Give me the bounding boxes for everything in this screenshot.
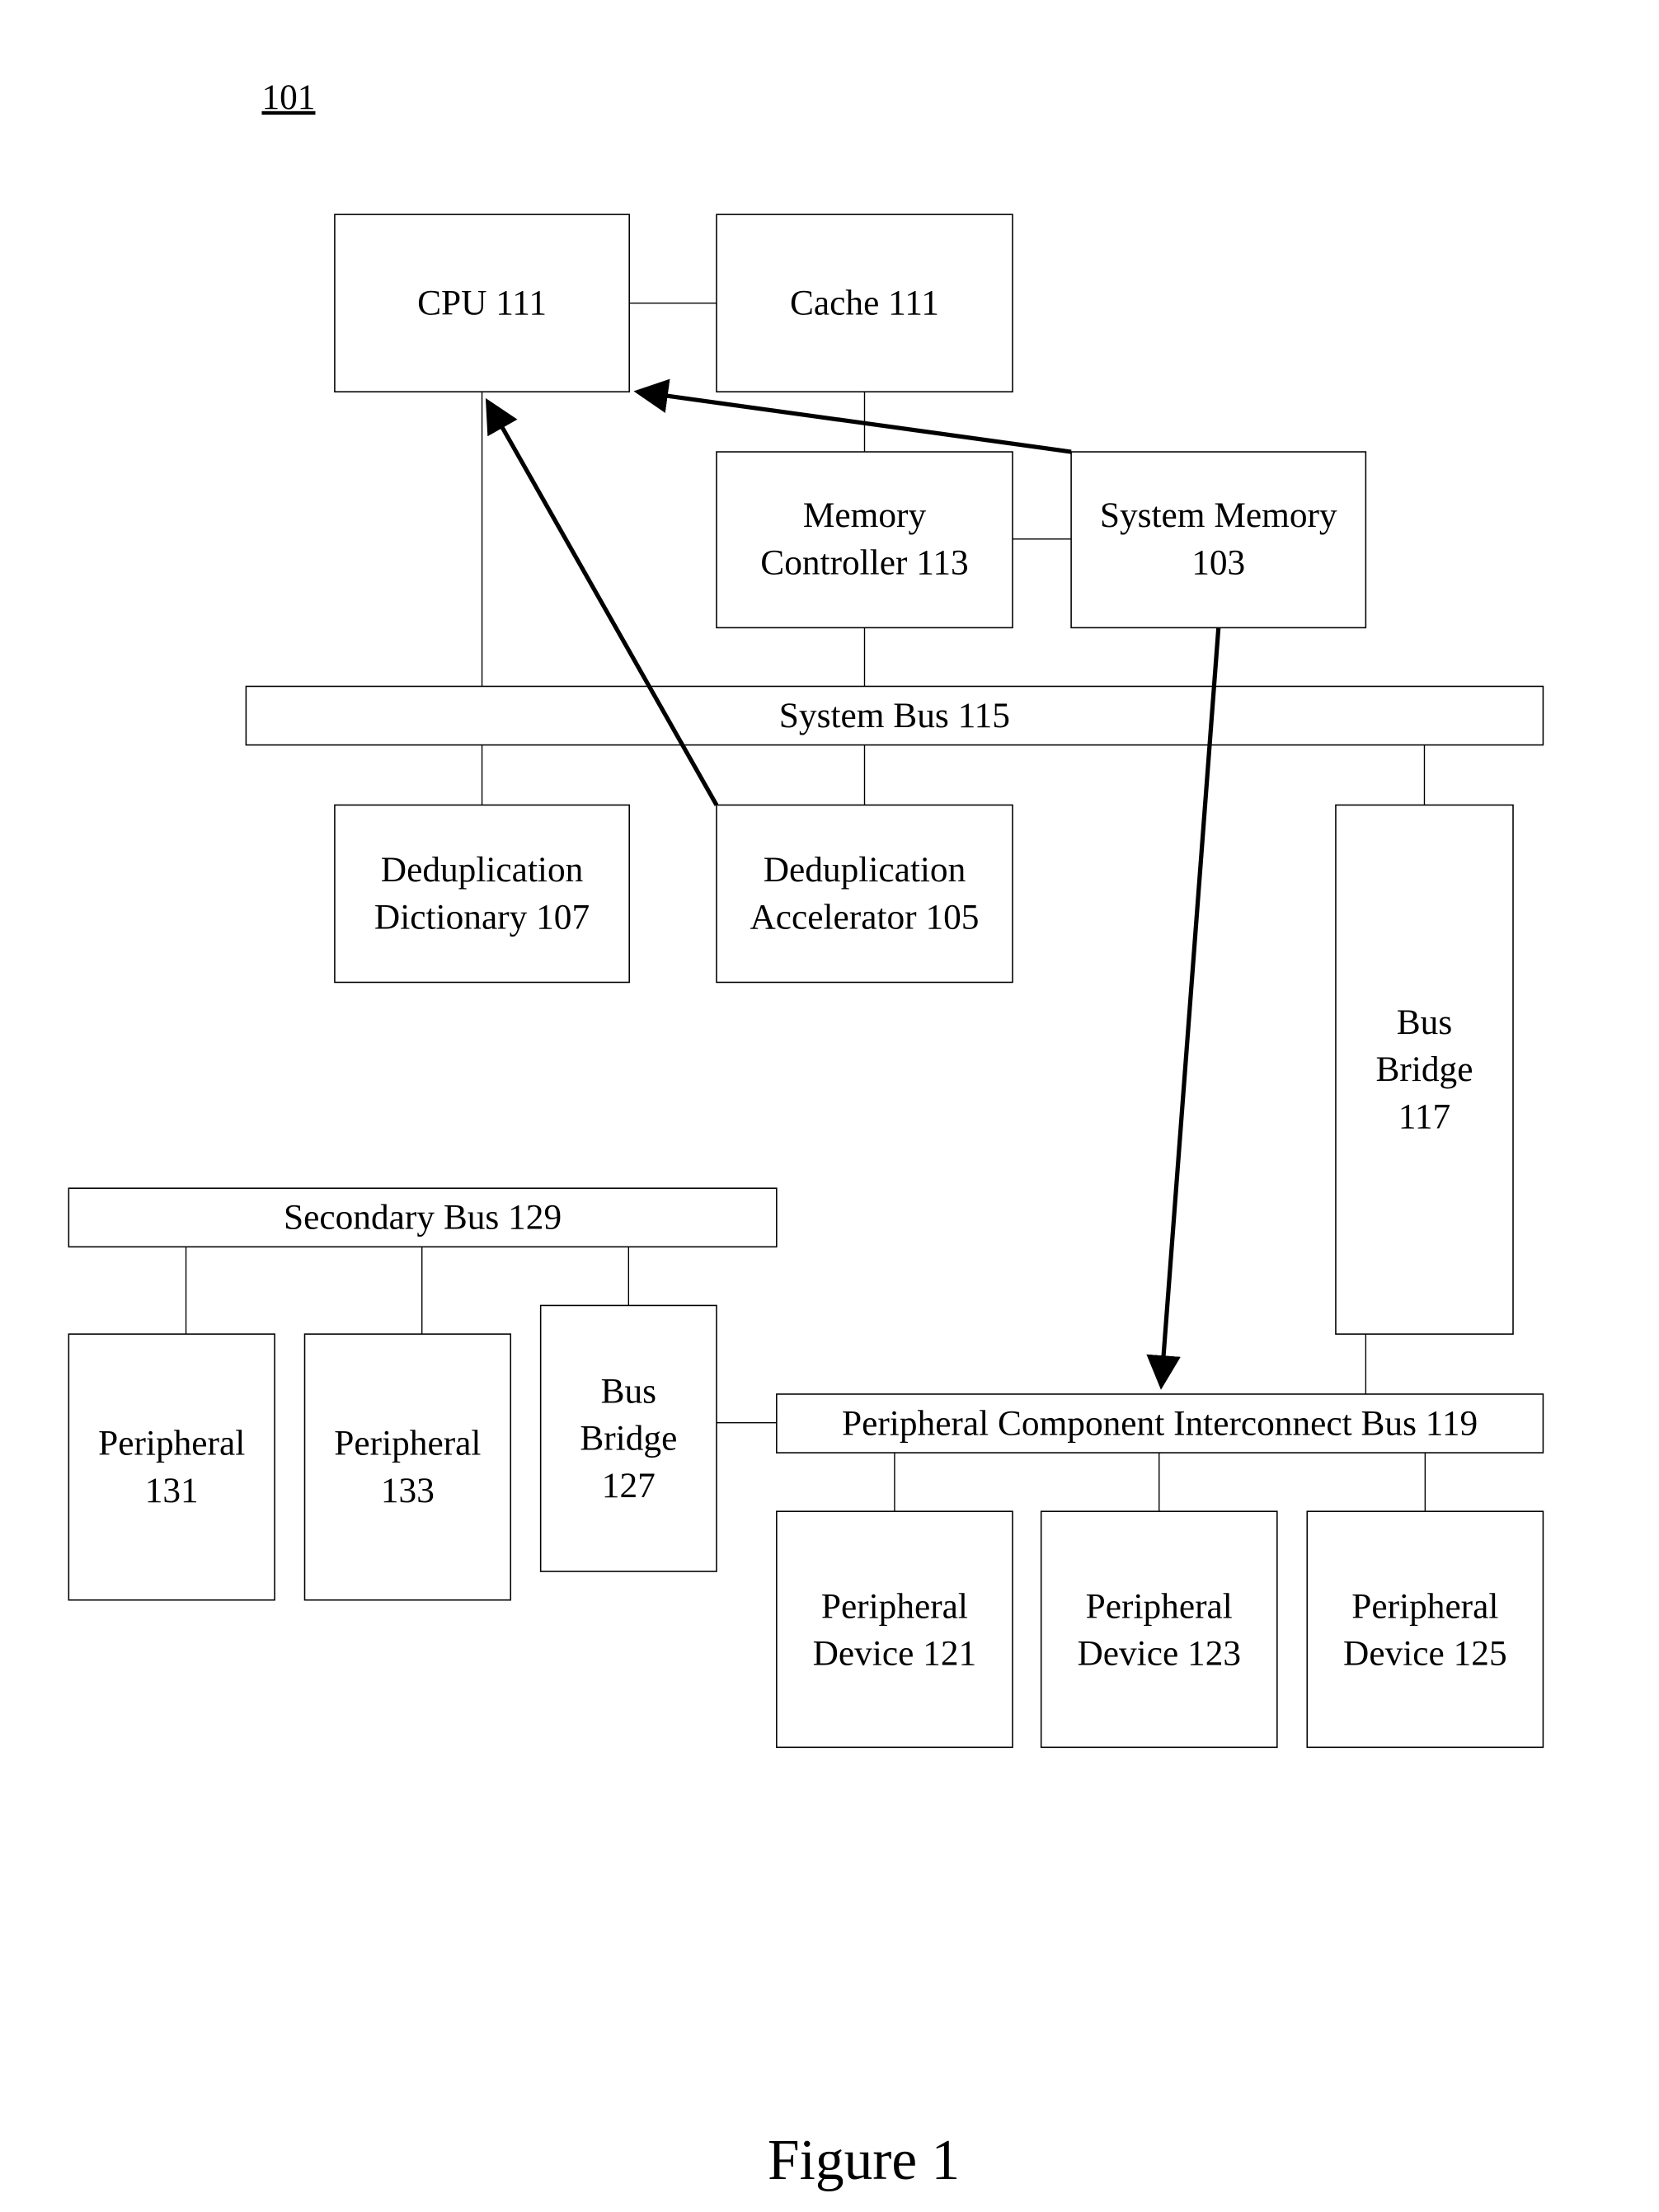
pci-bus-label: Peripheral Component Interconnect Bus 11… (842, 1403, 1478, 1443)
label-line: Device 121 (813, 1634, 977, 1674)
label-line: Bus (601, 1371, 656, 1411)
label-line: Deduplication (764, 850, 966, 890)
system-bus-label: System Bus 115 (779, 696, 1010, 735)
label-line: Accelerator 105 (750, 897, 980, 937)
figure-reference-label: 101 (261, 77, 315, 117)
label-line: CPU 111 (417, 284, 547, 323)
label-line: Device 123 (1077, 1634, 1241, 1674)
cache-label: Cache 111 (790, 284, 939, 323)
peripheral-133-block: Peripheral 133 (303, 1333, 512, 1601)
system-memory-block: System Memory 103 (1070, 451, 1367, 629)
peripheral-131-block: Peripheral 131 (68, 1333, 275, 1601)
label-line: 117 (1398, 1097, 1450, 1136)
figure-caption: Figure 1 (768, 2129, 960, 2192)
label-line: Peripheral (98, 1424, 245, 1463)
label-line: Peripheral (1086, 1586, 1233, 1626)
system-bus-block: System Bus 115 (245, 685, 1544, 746)
arrow-system-memory-to-cpu (633, 378, 1072, 454)
bus-bridge-127-block: Bus Bridge 127 (539, 1304, 717, 1572)
peripheral-device-125-block: Peripheral Device 125 (1306, 1510, 1544, 1749)
label-line: Dictionary 107 (374, 897, 590, 937)
label-line: 131 (145, 1471, 199, 1510)
label-line: System Bus 115 (779, 696, 1010, 735)
cache-block: Cache 111 (716, 214, 1013, 392)
dedup-accelerator-block: Deduplication Accelerator 105 (716, 804, 1013, 984)
label-line: 103 (1191, 542, 1245, 582)
pci-bus-block: Peripheral Component Interconnect Bus 11… (776, 1393, 1544, 1454)
system-block-diagram: 101 CPU 111 Cache 111 Memory Controller 1… (68, 77, 1544, 2192)
label-line: Secondary Bus 129 (284, 1198, 562, 1237)
cpu-label: CPU 111 (417, 284, 547, 323)
label-line: Peripheral (821, 1586, 968, 1626)
label-line: Peripheral (334, 1424, 481, 1463)
label-line: Cache 111 (790, 284, 939, 323)
label-line: Peripheral (1351, 1586, 1498, 1626)
label-line: Bus (1397, 1003, 1452, 1042)
dedup-dictionary-block: Deduplication Dictionary 107 (334, 804, 630, 984)
cpu-block: CPU 111 (334, 214, 630, 392)
label-line: Peripheral Component Interconnect Bus 11… (842, 1403, 1478, 1443)
peripheral-device-123-block: Peripheral Device 123 (1040, 1510, 1278, 1749)
label-line: Bridge (580, 1419, 677, 1458)
bus-bridge-117-block: Bus Bridge 117 (1335, 804, 1514, 1335)
label-line: Device 125 (1343, 1634, 1507, 1674)
label-line: Deduplication (381, 850, 584, 890)
label-line: Bridge (1375, 1050, 1473, 1089)
label-line: 127 (602, 1466, 656, 1505)
label-line: System Memory (1100, 495, 1337, 535)
label-line: 133 (381, 1471, 435, 1510)
memory-controller-block: Memory Controller 113 (716, 451, 1013, 629)
label-line: Controller 113 (760, 542, 968, 582)
peripheral-device-121-block: Peripheral Device 121 (776, 1510, 1013, 1749)
secondary-bus-block: Secondary Bus 129 (68, 1187, 778, 1248)
secondary-bus-label: Secondary Bus 129 (284, 1198, 562, 1237)
label-line: Memory (803, 495, 927, 535)
